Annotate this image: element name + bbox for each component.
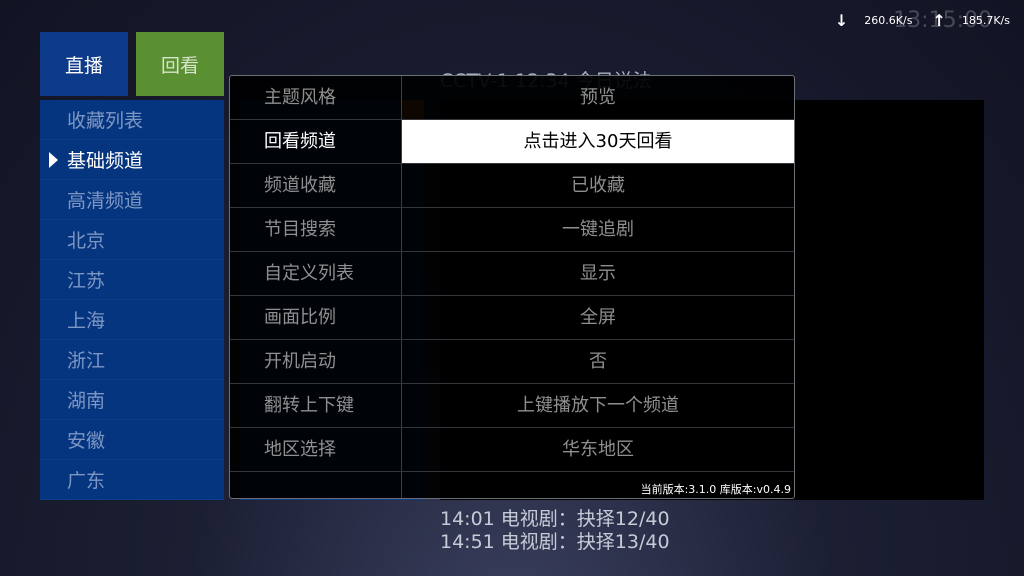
tab-live[interactable]: 直播 [40, 32, 128, 96]
setting-label: 节目搜索 [264, 219, 336, 240]
setting-value[interactable]: 华东地区 [402, 428, 794, 471]
download-indicator: ↓ 260.6K/s [835, 11, 933, 30]
setting-row-autostart[interactable]: 开机启动 否 [230, 340, 794, 384]
channel-group-item[interactable]: 江苏 [40, 260, 224, 300]
setting-value[interactable]: 已收藏 [402, 164, 794, 207]
setting-label: 地区选择 [264, 439, 336, 460]
setting-row-custom-list[interactable]: 自定义列表 显示 [230, 252, 794, 296]
settings-dialog: 主题风格 预览 回看频道 点击进入30天回看 频道收藏 已收藏 节目搜索 一键追… [229, 75, 795, 499]
setting-label: 自定义列表 [264, 263, 354, 284]
channel-group-list: 收藏列表 基础频道 高清频道 北京 江苏 上海 浙江 湖南 安徽 广东 [40, 100, 224, 500]
channel-group-item[interactable]: 湖南 [40, 380, 224, 420]
channel-group-item[interactable]: 北京 [40, 220, 224, 260]
download-speed: 260.6K/s [864, 13, 913, 27]
setting-label: 翻转上下键 [264, 395, 354, 416]
version-info: 当前版本:3.1.0 库版本:v0.4.9 [640, 483, 791, 496]
setting-value[interactable]: 显示 [402, 252, 794, 295]
channel-group-label: 基础频道 [67, 150, 144, 172]
setting-value[interactable]: 全屏 [402, 296, 794, 339]
upload-arrow-icon: ↑ [932, 10, 946, 30]
channel-group-item-selected[interactable]: 基础频道 [40, 140, 224, 180]
download-arrow-icon: ↓ [834, 10, 849, 30]
channel-group-item[interactable]: 安徽 [40, 420, 224, 460]
channel-group-item[interactable]: 上海 [40, 300, 224, 340]
upload-speed: 185.7K/s [961, 13, 1010, 27]
tab-replay[interactable]: 回看 [136, 32, 224, 96]
channel-group-label: 收藏列表 [67, 110, 144, 132]
setting-label: 频道收藏 [264, 175, 336, 196]
channel-group-label: 江苏 [67, 270, 106, 292]
setting-row-replay-channel[interactable]: 回看频道 点击进入30天回看 [230, 120, 794, 164]
setting-row-region[interactable]: 地区选择 华东地区 [230, 428, 794, 472]
status-bar: 13:15:00 ↓ 260.6K/s ↑ 185.7K/s [835, 8, 1010, 33]
setting-label: 回看频道 [264, 131, 336, 152]
selection-caret-icon [49, 152, 58, 168]
setting-label: 开机启动 [264, 351, 336, 372]
channel-group-label: 高清频道 [67, 190, 144, 212]
channel-group-item[interactable]: 浙江 [40, 340, 224, 380]
channel-group-item[interactable]: 广东 [40, 460, 224, 500]
channel-group-label: 浙江 [67, 350, 106, 372]
channel-group-label: 北京 [67, 230, 106, 252]
program-item: 14:51 电视剧：抉择13/40 [440, 531, 670, 553]
channel-group-label: 安徽 [67, 430, 106, 452]
setting-value[interactable]: 否 [402, 340, 794, 383]
setting-label: 主题风格 [264, 87, 336, 108]
setting-row-flip-keys[interactable]: 翻转上下键 上键播放下一个频道 [230, 384, 794, 428]
channel-group-label: 广东 [67, 470, 106, 492]
setting-row-theme[interactable]: 主题风格 预览 [230, 76, 794, 120]
setting-row-aspect-ratio[interactable]: 画面比例 全屏 [230, 296, 794, 340]
setting-value[interactable]: 上键播放下一个频道 [402, 384, 794, 427]
channel-group-label: 上海 [67, 310, 106, 332]
channel-group-item[interactable]: 收藏列表 [40, 100, 224, 140]
setting-label: 画面比例 [264, 307, 336, 328]
setting-row-program-search[interactable]: 节目搜索 一键追剧 [230, 208, 794, 252]
channel-group-label: 湖南 [67, 390, 106, 412]
setting-value[interactable]: 预览 [402, 76, 794, 119]
setting-row-favorites[interactable]: 频道收藏 已收藏 [230, 164, 794, 208]
setting-value-selected[interactable]: 点击进入30天回看 [402, 120, 794, 163]
channel-group-item[interactable]: 高清频道 [40, 180, 224, 220]
setting-value[interactable]: 一键追剧 [402, 208, 794, 251]
upload-indicator: ↑ 185.7K/s [932, 11, 1010, 30]
